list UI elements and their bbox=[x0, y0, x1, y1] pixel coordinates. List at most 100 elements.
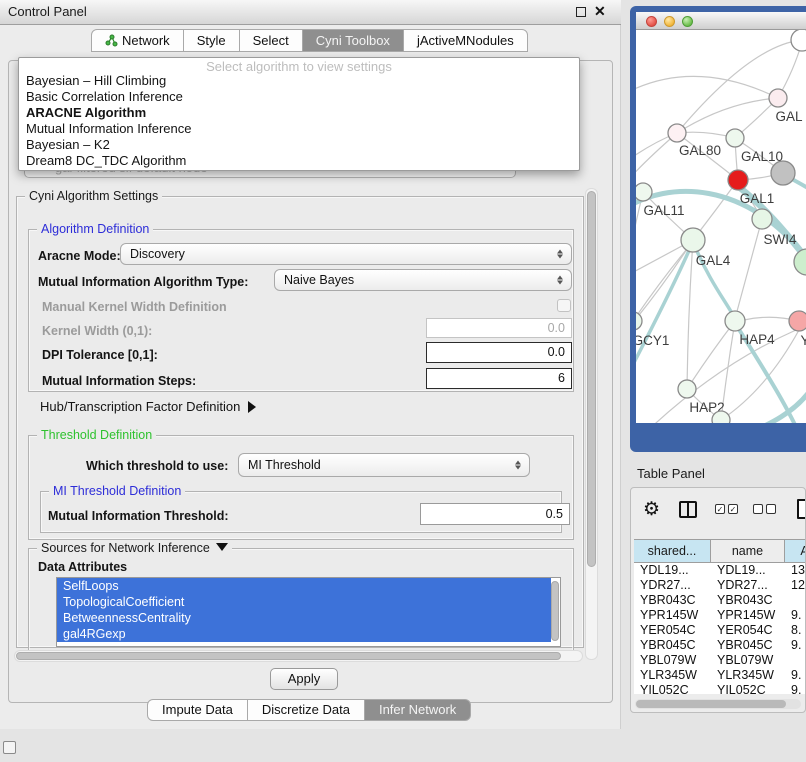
table-column-header[interactable]: A bbox=[785, 539, 806, 563]
tab-cyni-toolbox[interactable]: Cyni Toolbox bbox=[302, 29, 404, 52]
cyni-algorithm-settings-title: Cyni Algorithm Settings bbox=[25, 189, 162, 203]
settings-hscroll-thumb[interactable] bbox=[16, 652, 561, 660]
data-attributes-list[interactable]: SelfLoopsTopologicalCoefficientBetweenne… bbox=[56, 577, 561, 647]
table-row[interactable]: YDL19...YDL19...13 bbox=[634, 563, 806, 578]
minimize-window-icon[interactable] bbox=[664, 16, 675, 27]
network-node[interactable] bbox=[794, 249, 806, 275]
manual-kernel-checkbox[interactable] bbox=[557, 299, 571, 312]
network-node[interactable] bbox=[712, 411, 730, 423]
mi-algorithm-type-label: Mutual Information Algorithm Type: bbox=[38, 275, 248, 289]
settings-horizontal-scrollbar[interactable] bbox=[14, 650, 583, 662]
tab-infer-network[interactable]: Infer Network bbox=[364, 699, 471, 721]
mi-steps-field[interactable]: 6 bbox=[426, 368, 572, 389]
dock-panel-icon[interactable] bbox=[3, 741, 16, 754]
list-scrollbar-thumb[interactable] bbox=[551, 581, 559, 641]
unchecked-box-icon bbox=[753, 504, 763, 514]
network-node-gal1[interactable] bbox=[728, 170, 748, 190]
table-cell: 8. bbox=[785, 623, 806, 638]
algorithm-popup-item[interactable]: Bayesian – Hill Climbing bbox=[19, 73, 579, 89]
table-row[interactable]: YBR045CYBR045C9. bbox=[634, 638, 806, 653]
table-row[interactable]: YBL079WYBL079W bbox=[634, 653, 806, 668]
table-horizontal-scrollbar[interactable] bbox=[635, 699, 801, 709]
which-threshold-combobox[interactable]: MI Threshold bbox=[238, 453, 530, 477]
network-edge[interactable] bbox=[636, 76, 778, 98]
algorithm-popup-item[interactable]: Mutual Information Inference bbox=[19, 121, 579, 137]
network-node[interactable] bbox=[791, 30, 806, 51]
table-row[interactable]: YIL052CYIL052C9. bbox=[634, 683, 806, 694]
dpi-tolerance-label: DPI Tolerance [0,1]: bbox=[42, 348, 158, 362]
gear-icon[interactable]: ⚙ bbox=[643, 498, 660, 521]
kernel-width-field[interactable]: 0.0 bbox=[426, 318, 572, 338]
hub-section-toggle[interactable]: Hub/Transcription Factor Definition bbox=[40, 399, 256, 414]
network-node-hap4[interactable] bbox=[725, 311, 745, 331]
network-node[interactable] bbox=[771, 161, 795, 185]
table-row[interactable]: YBR043CYBR043C bbox=[634, 593, 806, 608]
tab-network[interactable]: Network bbox=[91, 29, 184, 52]
table-row[interactable]: YLR345WYLR345W9. bbox=[634, 668, 806, 683]
algorithm-popup-item[interactable]: Basic Correlation Inference bbox=[19, 89, 579, 105]
algorithm-popup-item[interactable]: Bayesian – K2 bbox=[19, 137, 579, 153]
deselect-all-columns-icon[interactable] bbox=[753, 504, 776, 514]
settings-vertical-scrollbar[interactable] bbox=[585, 188, 598, 660]
network-edge[interactable] bbox=[687, 240, 693, 389]
table-row[interactable]: YDR27...YDR27...12 bbox=[634, 578, 806, 593]
table-body[interactable]: YDL19...YDL19...13YDR27...YDR27...12YBR0… bbox=[634, 563, 806, 694]
tab-select[interactable]: Select bbox=[239, 29, 303, 52]
apply-button[interactable]: Apply bbox=[270, 668, 338, 690]
sources-title-label: Sources for Network Inference bbox=[41, 541, 210, 555]
network-node-gal10[interactable] bbox=[726, 129, 744, 147]
network-node-label: GAL4 bbox=[696, 253, 731, 268]
table-column-header[interactable]: name bbox=[711, 539, 785, 563]
table-column-header[interactable]: shared... bbox=[634, 539, 711, 563]
settings-vscroll-thumb[interactable] bbox=[587, 191, 596, 567]
aracne-mode-combobox[interactable]: Discovery bbox=[120, 243, 572, 265]
tab-select-label: Select bbox=[253, 30, 289, 51]
close-window-icon[interactable] bbox=[646, 16, 657, 27]
tab-infer-network-label: Infer Network bbox=[379, 702, 456, 717]
close-panel-icon[interactable]: ✕ bbox=[594, 3, 606, 20]
network-node-label: SWI4 bbox=[763, 232, 796, 247]
network-node-gal[interactable] bbox=[769, 89, 787, 107]
network-node-gal11[interactable] bbox=[636, 183, 652, 201]
table-cell: YER054C bbox=[634, 623, 711, 638]
table-row[interactable]: YPR145WYPR145W9. bbox=[634, 608, 806, 623]
data-attribute-item[interactable]: BetweennessCentrality bbox=[57, 610, 551, 626]
data-attribute-item[interactable]: gal4RGexp bbox=[57, 626, 551, 642]
algorithm-popup-item[interactable]: ARACNE Algorithm bbox=[19, 105, 579, 121]
columns-icon[interactable] bbox=[679, 501, 697, 518]
sources-title[interactable]: Sources for Network Inference bbox=[37, 541, 232, 555]
float-panel-icon[interactable] bbox=[576, 7, 586, 17]
network-node-label: GAL11 bbox=[643, 203, 684, 218]
mi-threshold-field[interactable]: 0.5 bbox=[420, 503, 570, 525]
network-node-swi4[interactable] bbox=[752, 209, 772, 229]
table-hscroll-thumb[interactable] bbox=[636, 700, 786, 708]
select-all-columns-icon[interactable]: ✓ ✓ bbox=[715, 504, 738, 514]
network-view-titlebar[interactable] bbox=[636, 12, 806, 30]
data-attribute-item[interactable]: TopologicalCoefficient bbox=[57, 594, 551, 610]
table-row[interactable]: YER054CYER054C8. bbox=[634, 623, 806, 638]
which-threshold-value: MI Threshold bbox=[248, 458, 321, 472]
table-cell: 9. bbox=[785, 638, 806, 653]
network-node-gcy1[interactable] bbox=[636, 312, 642, 330]
network-node-y[interactable] bbox=[789, 311, 806, 331]
network-node-gal4[interactable] bbox=[681, 228, 705, 252]
network-edge[interactable] bbox=[736, 219, 762, 315]
network-node-gal80[interactable] bbox=[668, 124, 686, 142]
tab-impute-data[interactable]: Impute Data bbox=[147, 699, 248, 721]
algorithm-popup-item[interactable]: Dream8 DC_TDC Algorithm bbox=[19, 153, 579, 169]
kernel-width-label: Kernel Width (0,1): bbox=[42, 324, 152, 338]
dpi-tolerance-field[interactable]: 0.0 bbox=[426, 342, 572, 363]
control-panel-tabs: Network Style Select Cyni Toolbox jActiv… bbox=[92, 29, 528, 52]
mi-algorithm-type-combobox[interactable]: Naive Bayes bbox=[274, 269, 572, 291]
tab-discretize-data[interactable]: Discretize Data bbox=[247, 699, 365, 721]
zoom-window-icon[interactable] bbox=[682, 16, 693, 27]
data-attribute-item[interactable]: SelfLoops bbox=[57, 578, 551, 594]
network-node-hap2[interactable] bbox=[678, 380, 696, 398]
network-canvas[interactable]: GALGAL80GAL10GAL1GAL11SWI4GAL4GCY1HAP4YH… bbox=[636, 30, 806, 423]
network-node-label: GAL bbox=[775, 109, 803, 124]
checked-box-icon: ✓ bbox=[728, 504, 738, 514]
tab-style[interactable]: Style bbox=[183, 29, 240, 52]
tab-jactivemnodules[interactable]: jActiveMNodules bbox=[403, 29, 528, 52]
export-table-icon[interactable] bbox=[797, 499, 806, 519]
network-node-label: Y bbox=[800, 333, 806, 348]
